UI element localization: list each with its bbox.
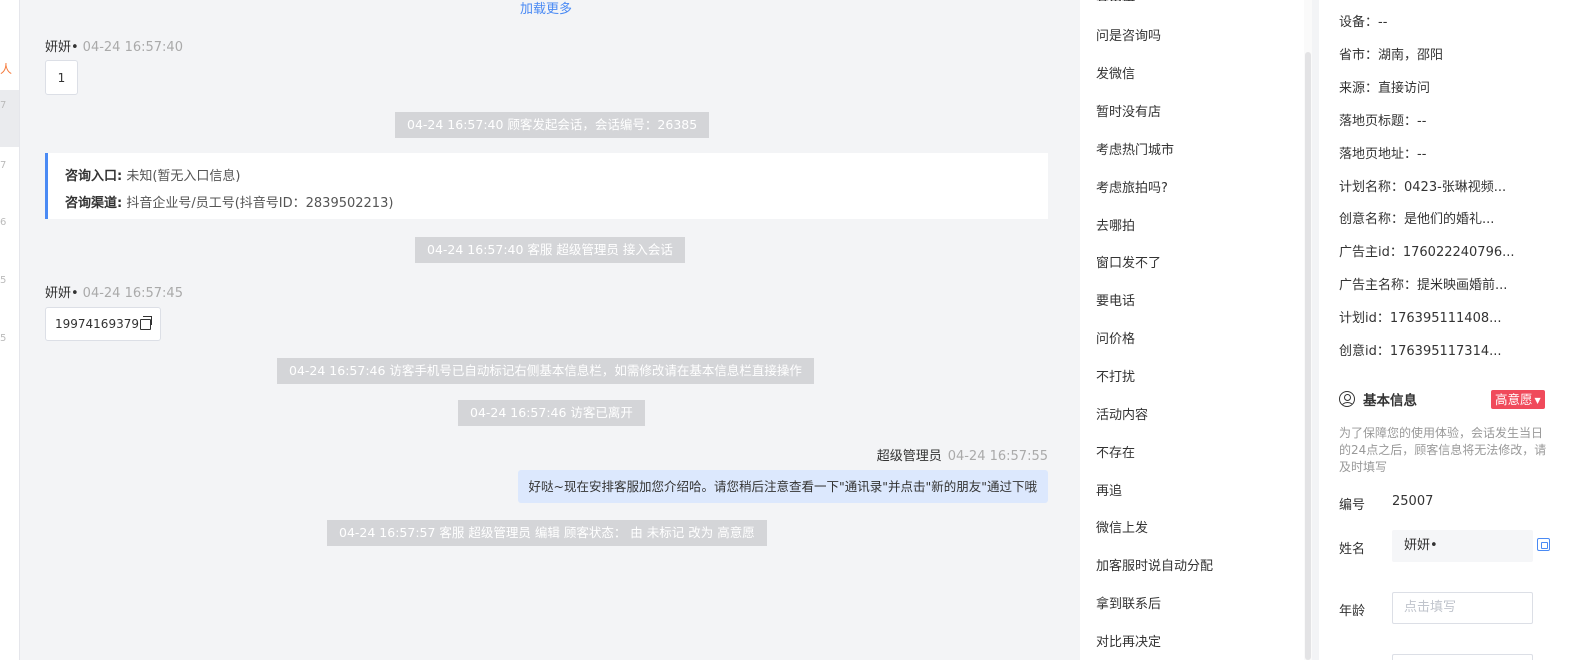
message-time: 04-24 16:57:45 (82, 286, 183, 301)
id-label: 编号 (1339, 498, 1366, 513)
consult-entry-value: 未知(暂无入口信息) (126, 169, 241, 184)
message-meta: 妍妍• 04-24 16:57:45 (45, 282, 183, 301)
quick-reply-item[interactable]: 不打扰 (1096, 366, 1135, 385)
next-field[interactable] (1392, 654, 1533, 660)
consult-entry-label: 咨询入口: (65, 169, 123, 184)
consult-info-card: 咨询入口: 未知(暂无入口信息) 咨询渠道: 抖音企业号/员工号(抖音号ID：2… (45, 153, 1048, 219)
customer-message-bubble: 1 (45, 60, 78, 95)
edge-mark: 7 (0, 160, 7, 171)
system-message: 04-24 16:57:46 访客手机号已自动标记右侧基本信息栏，如需修改请在基… (277, 358, 814, 384)
info-row-landing-title: 落地页标题：-- (1339, 114, 1427, 129)
agent-message-bubble: 好哒~现在安排客服加您介绍哈。请您稍后注意查看一下"通讯录"并点击"新的朋友"通… (517, 470, 1048, 503)
user-circle-icon (1339, 391, 1355, 407)
info-row-plan-id: 计划id：176395111408... (1339, 311, 1502, 326)
info-row-landing-url: 落地页地址：-- (1339, 147, 1427, 162)
scrollbar-thumb[interactable] (1305, 52, 1311, 660)
edge-mark: 6 (0, 217, 7, 228)
system-message: 04-24 16:57:46 访客已离开 (458, 400, 645, 426)
quick-reply-item[interactable]: 微信上发 (1096, 517, 1148, 536)
id-value: 25007 (1392, 494, 1434, 509)
quick-reply-item[interactable]: 暂时没有店 (1096, 101, 1161, 120)
system-message: 04-24 16:57:57 客服 超级管理员 编辑 顾客状态： 由 未标记 改… (327, 520, 767, 546)
info-row-plan-name: 计划名称：0423-张琳视频... (1339, 180, 1507, 195)
quick-reply-item[interactable]: 窗口发不了 (1096, 252, 1161, 271)
quick-reply-item[interactable]: 要电话 (1096, 290, 1135, 309)
info-row-creative-id: 创意id：176395117314... (1339, 344, 1502, 359)
sender-name: 妍妍• (45, 40, 79, 55)
quick-reply-item[interactable]: 拿到联系后 (1096, 593, 1161, 612)
system-message: 04-24 16:57:40 顾客发起会话，会话编号：26385 (395, 112, 710, 138)
intent-status-dropdown[interactable]: 高意愿 ▼ (1491, 390, 1545, 409)
quick-reply-item[interactable]: 再追 (1096, 480, 1122, 499)
edge-active-mark[interactable]: 人 (0, 60, 20, 77)
caret-down-icon: ▼ (1534, 396, 1541, 405)
intent-status-label: 高意愿 (1495, 392, 1533, 407)
consult-channel-row: 咨询渠道: 抖音企业号/员工号(抖音号ID：2839502213) (65, 190, 1031, 217)
consult-channel-label: 咨询渠道: (65, 196, 123, 211)
edge-selected-item[interactable] (0, 90, 19, 147)
quick-reply-item[interactable]: 加客服时说自动分配 (1096, 555, 1213, 574)
basic-info-label: 基本信息 (1363, 393, 1417, 409)
info-row-creative-name: 创意名称：是他们的婚礼... (1339, 212, 1495, 227)
copy-icon[interactable] (139, 315, 152, 330)
quick-reply-item[interactable]: 活动内容 (1096, 404, 1148, 423)
quick-reply-scrollbar[interactable] (1304, 0, 1312, 660)
message-time: 04-24 16:57:55 (947, 449, 1048, 464)
phone-number-text: 19974169379 (55, 317, 139, 331)
copy-edit-icon[interactable] (1537, 538, 1550, 551)
sender-name: 妍妍• (45, 286, 79, 301)
panel-divider (1312, 0, 1319, 660)
info-row-region: 省市：湖南，邵阳 (1339, 48, 1444, 63)
message-text: 1 (57, 70, 66, 85)
customer-info-panel: 设备：-- 省市：湖南，邵阳 来源：直接访问 落地页标题：-- 落地页地址：--… (1319, 0, 1575, 660)
quick-reply-item[interactable]: 不存在 (1096, 442, 1135, 461)
quick-reply-item[interactable]: 去哪拍 (1096, 215, 1135, 234)
edge-mark: 7 (0, 100, 7, 111)
chat-panel: 加载更多 妍妍• 04-24 16:57:40 1 04-24 16:57:40 … (20, 0, 1080, 660)
info-row-source: 来源：直接访问 (1339, 81, 1431, 96)
conversation-list-edge: 人 7 7 6 5 5 (0, 0, 20, 660)
system-message: 04-24 16:57:40 客服 超级管理员 接入会话 (415, 237, 685, 263)
consult-entry-row: 咨询入口: 未知(暂无入口信息) (65, 163, 1031, 190)
load-more-link[interactable]: 加载更多 (20, 0, 1072, 17)
basic-info-title: 基本信息 (1339, 389, 1417, 409)
age-field[interactable]: 点击填写 (1392, 592, 1533, 624)
quick-reply-item[interactable]: 问是咨询吗 (1096, 25, 1161, 44)
quick-reply-item[interactable]: 考虑热门城市 (1096, 139, 1174, 158)
message-meta: 妍妍• 04-24 16:57:40 (45, 36, 183, 55)
quick-reply-header-clipped: 常用语 (1096, 0, 1135, 1)
message-time: 04-24 16:57:40 (82, 40, 183, 55)
quick-reply-item[interactable]: 对比再决定 (1096, 631, 1161, 650)
consult-channel-value: 抖音企业号/员工号(抖音号ID：2839502213) (126, 196, 394, 211)
edit-deadline-note: 为了保障您的使用体验，会话发生当日的24点之后，顾客信息将无法修改，请及时填写 (1339, 426, 1547, 474)
quick-reply-item[interactable]: 考虑旅拍吗? (1096, 177, 1168, 196)
info-row-advertiser-name: 广告主名称：提米映画婚前... (1339, 278, 1508, 293)
info-row-device: 设备：-- (1339, 15, 1388, 30)
age-label: 年龄 (1339, 604, 1366, 619)
edge-mark: 5 (0, 275, 7, 286)
agent-message-meta: 超级管理员 04-24 16:57:55 (877, 445, 1048, 464)
customer-message-bubble: 19974169379 (45, 307, 161, 341)
quick-reply-item[interactable]: 发微信 (1096, 63, 1135, 82)
quick-reply-panel: 常用语 问是咨询吗 发微信 暂时没有店 考虑热门城市 考虑旅拍吗? 去哪拍 窗口… (1080, 0, 1312, 660)
quick-reply-item[interactable]: 问价格 (1096, 328, 1135, 347)
name-field[interactable]: 妍妍• (1392, 530, 1533, 562)
info-row-advertiser-id: 广告主id：176022240796... (1339, 245, 1515, 260)
edge-mark: 5 (0, 333, 7, 344)
agent-name: 超级管理员 (876, 449, 942, 464)
name-label: 姓名 (1339, 542, 1366, 557)
